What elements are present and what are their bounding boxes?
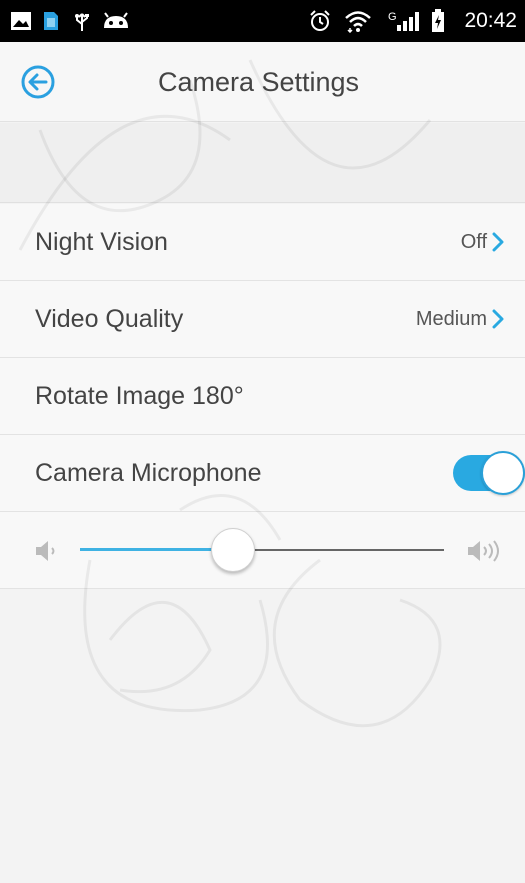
video-quality-label: Video Quality bbox=[35, 305, 184, 333]
settings-list: Night Vision Off Video Quality Medium Ro… bbox=[0, 204, 525, 589]
night-vision-value: Off bbox=[460, 231, 487, 253]
microphone-volume-row bbox=[0, 512, 525, 589]
alarm-icon bbox=[305, 0, 335, 42]
video-quality-row[interactable]: Video Quality Medium bbox=[0, 281, 525, 358]
network-type-label: G bbox=[388, 11, 397, 23]
night-vision-label: Night Vision bbox=[35, 228, 168, 256]
rotate-image-label: Rotate Image 180° bbox=[35, 382, 244, 410]
camera-microphone-toggle[interactable] bbox=[453, 451, 525, 495]
usb-icon bbox=[70, 0, 94, 42]
rotate-image-row[interactable]: Rotate Image 180° bbox=[0, 358, 525, 435]
video-quality-value: Medium bbox=[415, 308, 487, 330]
android-icon bbox=[100, 0, 132, 42]
night-vision-row[interactable]: Night Vision Off bbox=[0, 204, 525, 281]
toggle-knob bbox=[481, 451, 525, 495]
wifi-icon bbox=[342, 0, 374, 42]
section-spacer bbox=[0, 123, 525, 203]
sim-card-icon bbox=[40, 0, 62, 42]
volume-low-icon bbox=[36, 541, 55, 561]
status-bar: G 20:42 bbox=[0, 0, 525, 42]
back-arrow-icon bbox=[21, 65, 55, 99]
back-button[interactable] bbox=[18, 62, 58, 102]
camera-microphone-label: Camera Microphone bbox=[35, 459, 262, 487]
chevron-right-icon bbox=[492, 309, 504, 329]
camera-microphone-row: Camera Microphone bbox=[0, 435, 525, 512]
battery-icon bbox=[428, 0, 448, 42]
app-header: Camera Settings bbox=[0, 42, 525, 122]
gallery-icon bbox=[8, 0, 34, 42]
volume-high-icon bbox=[468, 540, 499, 562]
status-time: 20:42 bbox=[464, 9, 517, 32]
volume-slider-thumb[interactable] bbox=[210, 528, 255, 572]
page-title: Camera Settings bbox=[157, 67, 360, 97]
chevron-right-icon bbox=[492, 232, 504, 252]
volume-slider-fill bbox=[80, 548, 233, 551]
signal-icon: G bbox=[385, 0, 421, 42]
